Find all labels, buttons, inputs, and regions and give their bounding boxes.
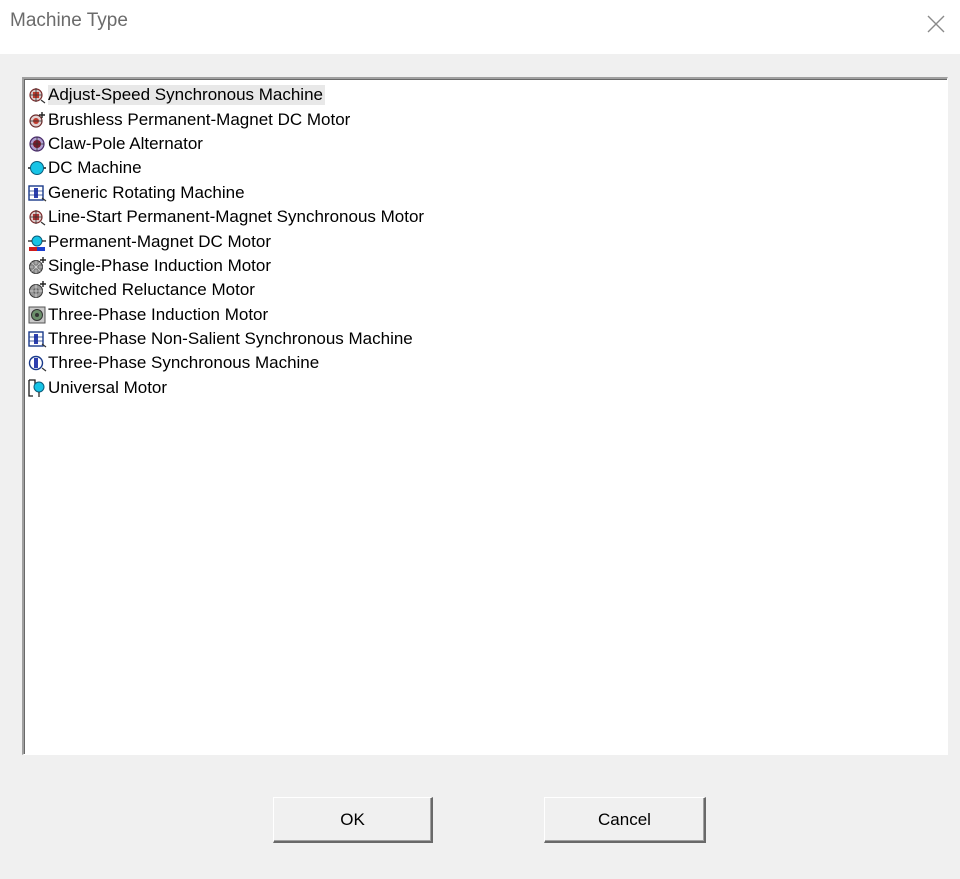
list-item-label: Line-Start Permanent-Magnet Synchronous … <box>48 207 425 227</box>
close-icon <box>927 15 945 33</box>
list-item[interactable]: Universal Motor <box>27 376 426 400</box>
list-item-label: Adjust-Speed Synchronous Machine <box>48 85 325 106</box>
brushless-pm-dc-motor-icon <box>29 111 45 128</box>
list-item[interactable]: Switched Reluctance Motor <box>27 278 426 302</box>
list-item-label: DC Machine <box>48 158 142 178</box>
list-item-label: Three-Phase Synchronous Machine <box>48 353 320 373</box>
list-item[interactable]: Brushless Permanent-Magnet DC Motor <box>27 107 426 131</box>
universal-motor-icon <box>28 379 45 397</box>
list-item-label: Three-Phase Non-Salient Synchronous Mach… <box>48 329 413 349</box>
line-start-pm-synchronous-motor-icon <box>29 210 46 226</box>
three-phase-induction-motor-icon <box>28 306 46 324</box>
list-item[interactable]: Three-Phase Non-Salient Synchronous Mach… <box>27 327 426 351</box>
ok-button[interactable]: OK <box>273 797 433 843</box>
cancel-button[interactable]: Cancel <box>544 797 706 843</box>
machine-type-dialog: Machine Type Adjust-Speed Synchronous Ma… <box>0 0 960 879</box>
machine-type-listbox[interactable]: Adjust-Speed Synchronous Machine Brushle… <box>22 77 948 755</box>
list-item-label: Universal Motor <box>48 377 168 397</box>
list-item[interactable]: Single-Phase Induction Motor <box>27 254 426 278</box>
machine-type-list: Adjust-Speed Synchronous Machine Brushle… <box>27 83 426 400</box>
generic-rotating-machine-icon <box>28 185 47 202</box>
list-item-label: Three-Phase Induction Motor <box>48 304 269 324</box>
list-item[interactable]: Generic Rotating Machine <box>27 181 426 205</box>
list-item[interactable]: Claw-Pole Alternator <box>27 132 426 156</box>
list-item[interactable]: Three-Phase Induction Motor <box>27 303 426 327</box>
claw-pole-alternator-icon <box>29 136 45 152</box>
adjust-speed-synchronous-machine-icon <box>29 88 46 104</box>
list-item-label: Switched Reluctance Motor <box>48 280 255 300</box>
dc-machine-icon <box>28 161 46 176</box>
list-item-label: Permanent-Magnet DC Motor <box>48 231 271 251</box>
switched-reluctance-motor-icon <box>29 281 46 299</box>
list-item[interactable]: Permanent-Magnet DC Motor <box>27 229 426 253</box>
list-item-label: Claw-Pole Alternator <box>48 133 203 153</box>
pm-dc-motor-icon <box>28 235 46 251</box>
single-phase-induction-motor-icon <box>29 256 46 274</box>
list-item[interactable]: Line-Start Permanent-Magnet Synchronous … <box>27 205 426 229</box>
list-item-label: Brushless Permanent-Magnet DC Motor <box>48 109 351 129</box>
title-bar: Machine Type <box>0 0 960 54</box>
list-item[interactable]: DC Machine <box>27 156 426 180</box>
three-phase-non-salient-synchronous-machine-icon <box>28 331 47 348</box>
list-item-label: Single-Phase Induction Motor <box>48 255 272 275</box>
list-item[interactable]: Adjust-Speed Synchronous Machine <box>27 83 426 107</box>
three-phase-synchronous-machine-icon <box>28 356 47 372</box>
list-item[interactable]: Three-Phase Synchronous Machine <box>27 351 426 375</box>
close-button[interactable] <box>922 10 950 38</box>
list-item-label: Generic Rotating Machine <box>48 182 245 202</box>
dialog-title: Machine Type <box>10 10 128 31</box>
